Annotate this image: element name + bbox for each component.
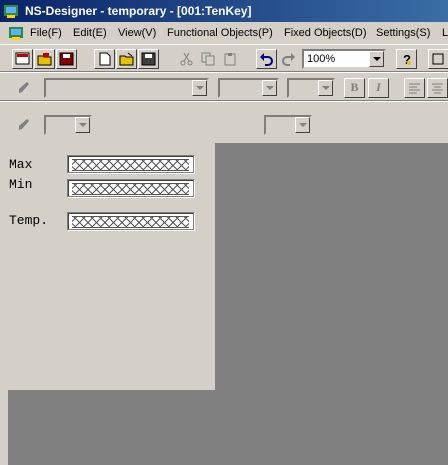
temp-label[interactable]: Temp. (9, 213, 48, 228)
open-button[interactable] (116, 49, 137, 69)
new-project-button[interactable] (12, 49, 33, 69)
window-icon (432, 53, 444, 65)
menu-view[interactable]: View(V) (118, 27, 156, 39)
new-project-icon (15, 52, 30, 65)
min-label[interactable]: Min (9, 177, 32, 192)
align-left-icon (409, 83, 420, 94)
undo-button[interactable] (256, 49, 277, 69)
font-size-select[interactable] (218, 78, 279, 98)
brush-button[interactable] (14, 78, 35, 98)
menu-bar: File(F) Edit(E) View(V) Functional Objec… (0, 22, 448, 44)
format-toolbar: B I (0, 72, 448, 101)
scissors-icon (180, 52, 193, 66)
menu-settings[interactable]: Settings(S) (376, 27, 430, 39)
chevron-down-icon[interactable] (262, 80, 277, 96)
chevron-down-icon[interactable] (192, 80, 207, 96)
menu-fixed-objects[interactable]: Fixed Objects(D) (284, 27, 367, 39)
max-label[interactable]: Max (9, 157, 32, 172)
max-numeral-display[interactable] (67, 155, 194, 173)
line-color-select[interactable] (44, 115, 92, 135)
align-center-button[interactable] (427, 78, 448, 98)
app-icon (4, 5, 18, 18)
brush-icon (19, 119, 29, 130)
save-project-icon (59, 52, 74, 66)
design-screen[interactable]: Max Min Temp. (8, 143, 215, 390)
chevron-down-icon[interactable] (369, 51, 384, 67)
window-title: NS-Designer - temporary - [001:TenKey] (25, 4, 252, 18)
bold-button[interactable]: B (344, 78, 365, 98)
undo-icon (260, 53, 273, 66)
color-select[interactable] (287, 78, 335, 98)
menu-functional-objects[interactable]: Functional Objects(P) (167, 27, 273, 39)
font-select[interactable] (44, 78, 209, 98)
bold-label: B (350, 80, 359, 94)
chevron-down-icon[interactable] (295, 117, 310, 133)
menu-l[interactable]: L (442, 27, 448, 39)
italic-label: I (376, 80, 381, 94)
save-button[interactable] (138, 49, 159, 69)
window-button[interactable] (428, 49, 448, 69)
cut-button[interactable] (176, 49, 197, 69)
open-project-button[interactable] (34, 49, 55, 69)
chevron-down-icon[interactable] (75, 117, 90, 133)
brush-button-2[interactable] (14, 115, 35, 135)
new-button[interactable] (94, 49, 115, 69)
chevron-down-icon[interactable] (318, 80, 333, 96)
align-center-icon (432, 83, 443, 94)
paste-button[interactable] (220, 49, 241, 69)
brush-icon (19, 82, 29, 93)
standard-toolbar: 100% ? (0, 44, 448, 72)
object-toolbar (0, 101, 448, 143)
zoom-value: 100% (307, 53, 336, 65)
save-icon (141, 52, 156, 66)
menu-edit[interactable]: Edit(E) (73, 27, 107, 39)
help-button[interactable]: ? (396, 49, 417, 69)
menu-file[interactable]: File(F) (30, 27, 62, 39)
title-bar: NS-Designer - temporary - [001:TenKey] (0, 0, 448, 22)
italic-button[interactable]: I (368, 78, 389, 98)
open-folder-icon (119, 52, 134, 66)
redo-icon (282, 53, 295, 66)
copy-button[interactable] (198, 49, 219, 69)
help-icon: ? (403, 52, 411, 66)
temp-numeral-display[interactable] (67, 212, 194, 230)
paste-icon (224, 53, 236, 66)
new-file-icon (99, 52, 111, 66)
save-project-button[interactable] (56, 49, 77, 69)
min-numeral-display[interactable] (67, 179, 194, 197)
document-icon[interactable] (8, 25, 24, 41)
align-left-button[interactable] (404, 78, 425, 98)
fill-color-select[interactable] (264, 115, 312, 135)
copy-icon (201, 52, 215, 66)
zoom-select[interactable]: 100% (302, 49, 386, 69)
open-folder-icon (37, 53, 52, 66)
redo-button[interactable] (278, 49, 299, 69)
